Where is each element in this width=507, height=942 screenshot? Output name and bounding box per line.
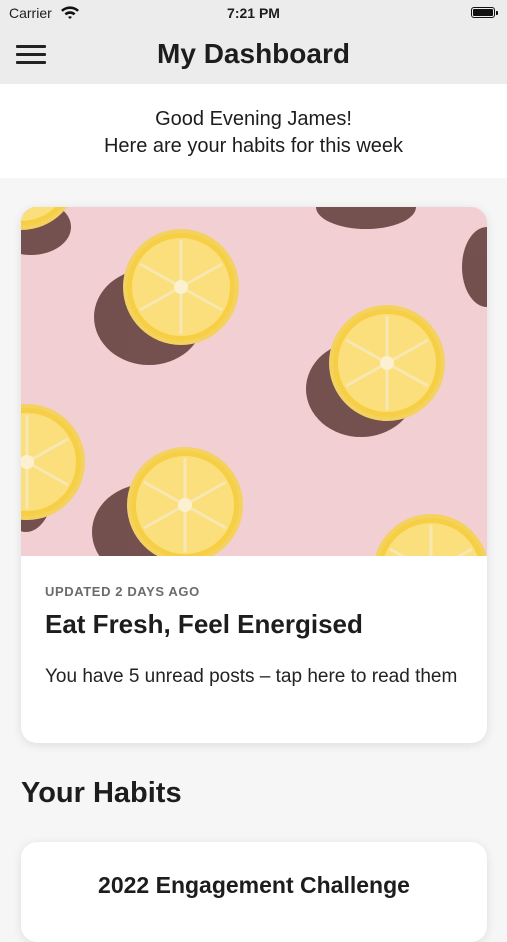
page-title: My Dashboard [157,38,350,69]
habit-card[interactable]: 2022 Engagement Challenge [21,842,487,942]
status-bar: Carrier 7:21 PM [0,0,507,28]
navigation-bar: My Dashboard [0,28,507,84]
post-description: You have 5 unread posts – tap here to re… [45,666,458,687]
greeting-banner: Good Evening James! Here are your habits… [0,84,507,178]
lemon-halves-photo [21,207,487,556]
post-title: Eat Fresh, Feel Energised [45,609,363,639]
featured-post-card[interactable]: UPDATED 2 DAYS AGO Eat Fresh, Feel Energ… [21,207,487,743]
updated-timestamp: UPDATED 2 DAYS AGO [45,584,200,599]
habit-title: 2022 Engagement Challenge [98,872,410,898]
greeting-text: Good Evening James! [155,108,352,130]
battery-icon [471,7,498,18]
section-title-your-habits: Your Habits [21,777,182,809]
status-time: 7:21 PM [227,5,280,21]
greeting-subtext: Here are your habits for this week [103,135,404,157]
